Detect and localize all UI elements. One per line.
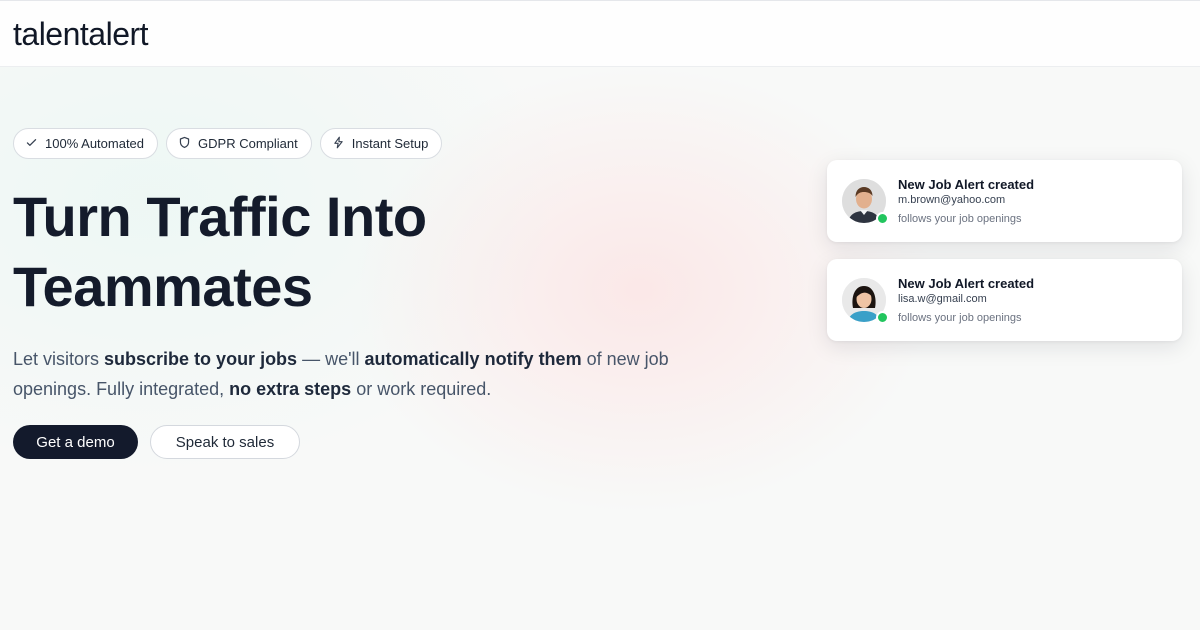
sub-emphasis: subscribe to your jobs — [104, 349, 298, 369]
get-demo-button[interactable]: Get a demo — [13, 425, 138, 459]
notification-card: New Job Alert created lisa.w@gmail.com f… — [827, 259, 1182, 341]
sub-text: or work required. — [351, 379, 492, 399]
sub-emphasis: no extra steps — [229, 379, 352, 399]
headline-line-2: Teammates — [13, 255, 313, 318]
sub-text: — we'll — [297, 349, 365, 369]
notification-note: follows your job openings — [898, 312, 1022, 324]
online-status-dot — [876, 212, 889, 225]
hero-headline: Turn Traffic Into Teammates — [13, 182, 427, 322]
notification-title: New Job Alert created — [898, 177, 1035, 192]
badge-label: Instant Setup — [351, 136, 429, 151]
badge-automated: 100% Automated — [13, 128, 159, 159]
badge-label: 100% Automated — [45, 136, 145, 151]
sub-text: Let visitors — [13, 349, 105, 369]
online-status-dot — [876, 311, 889, 324]
notification-note: follows your job openings — [898, 213, 1022, 225]
brand-logo[interactable]: talentalert — [13, 16, 149, 53]
badge-gdpr: GDPR Compliant — [166, 128, 312, 159]
shield-icon — [178, 136, 191, 152]
notification-email: lisa.w@gmail.com — [898, 293, 987, 305]
notification-title: New Job Alert created — [898, 276, 1035, 291]
top-navbar: talentalert — [0, 0, 1200, 67]
lightning-icon — [332, 136, 345, 152]
badge-label: GDPR Compliant — [198, 136, 298, 151]
speak-to-sales-button[interactable]: Speak to sales — [150, 425, 300, 459]
headline-line-1: Turn Traffic Into — [13, 185, 427, 248]
sub-emphasis: automatically notify them — [364, 349, 582, 369]
badge-instant-setup: Instant Setup — [319, 128, 443, 159]
notification-card: New Job Alert created m.brown@yahoo.com … — [827, 160, 1182, 242]
hero-subheadline: Let visitors subscribe to your jobs — we… — [13, 344, 673, 404]
cta-buttons: Get a demo Speak to sales — [13, 425, 300, 459]
check-icon — [25, 136, 38, 152]
notification-email: m.brown@yahoo.com — [898, 194, 1006, 206]
feature-badges: 100% Automated GDPR Compliant Instant Se… — [13, 128, 443, 159]
